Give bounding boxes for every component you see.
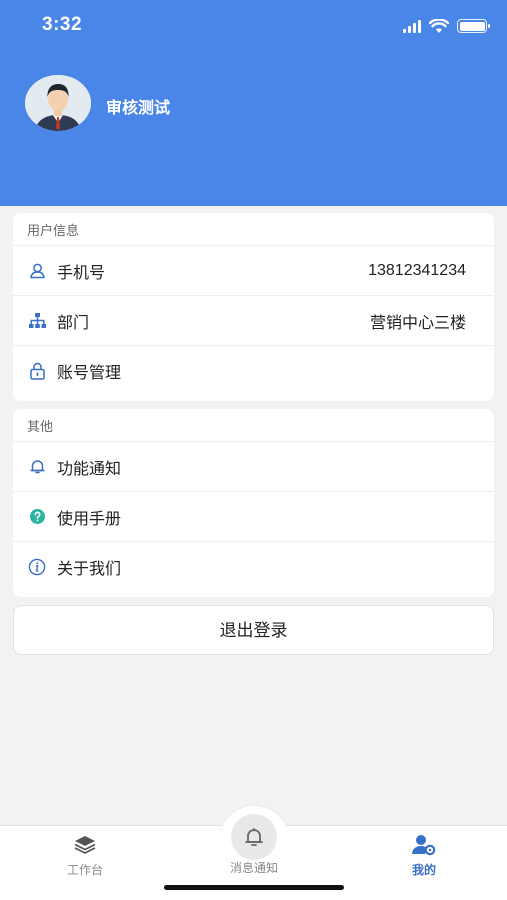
other-card: 其他 功能通知 使用手册 关于我们 [13, 409, 494, 597]
department-value: 营销中心三楼 [369, 314, 466, 332]
wifi-icon [429, 18, 449, 33]
help-icon [27, 507, 47, 527]
user-name: 审核测试 [106, 98, 171, 117]
account-management-row[interactable]: 账号管理 [13, 346, 494, 396]
user-settings-icon [364, 834, 484, 856]
tab-messages-label[interactable]: 消息通知 [194, 859, 314, 876]
department-label: 部门 [57, 312, 90, 332]
user-manual-row[interactable]: 使用手册 [13, 492, 494, 542]
status-icons [403, 16, 490, 36]
user-icon [27, 261, 47, 281]
user-info-card: 用户信息 手机号 13812341234 部门 营销中心三楼 账号管理 [13, 213, 494, 401]
tab-workbench-label: 工作台 [66, 863, 103, 877]
feature-notice-label: 功能通知 [57, 458, 122, 478]
tab-mine[interactable]: 我的 [364, 834, 484, 878]
status-bar: 3:32 [0, 0, 507, 52]
signal-icon [403, 19, 421, 33]
phone-value: 13812341234 [368, 261, 466, 279]
avatar[interactable] [25, 75, 91, 131]
other-title: 其他 [13, 409, 494, 442]
user-manual-label: 使用手册 [57, 508, 122, 528]
stack-icon [25, 834, 145, 856]
info-icon [27, 557, 47, 577]
tab-workbench[interactable]: 工作台 [25, 834, 145, 878]
org-chart-icon [27, 311, 47, 331]
profile-header: 3:32 审核测试 [0, 0, 507, 206]
about-us-row[interactable]: 关于我们 [13, 542, 494, 592]
account-management-label: 账号管理 [57, 363, 122, 382]
about-us-label: 关于我们 [57, 559, 122, 578]
phone-label: 手机号 [57, 262, 106, 282]
status-time: 3:32 [42, 14, 83, 35]
bell-icon [245, 828, 263, 846]
home-indicator [164, 885, 344, 890]
department-row[interactable]: 部门 营销中心三楼 [13, 296, 494, 346]
feature-notice-row[interactable]: 功能通知 [13, 442, 494, 492]
lock-icon [27, 361, 47, 381]
bell-icon [27, 457, 47, 477]
battery-icon [457, 19, 490, 33]
phone-row[interactable]: 手机号 13812341234 [13, 246, 494, 296]
user-info-title: 用户信息 [13, 213, 494, 246]
logout-button[interactable]: 退出登录 [13, 605, 494, 655]
tab-messages-button[interactable] [231, 814, 277, 860]
tab-mine-label: 我的 [411, 863, 436, 877]
